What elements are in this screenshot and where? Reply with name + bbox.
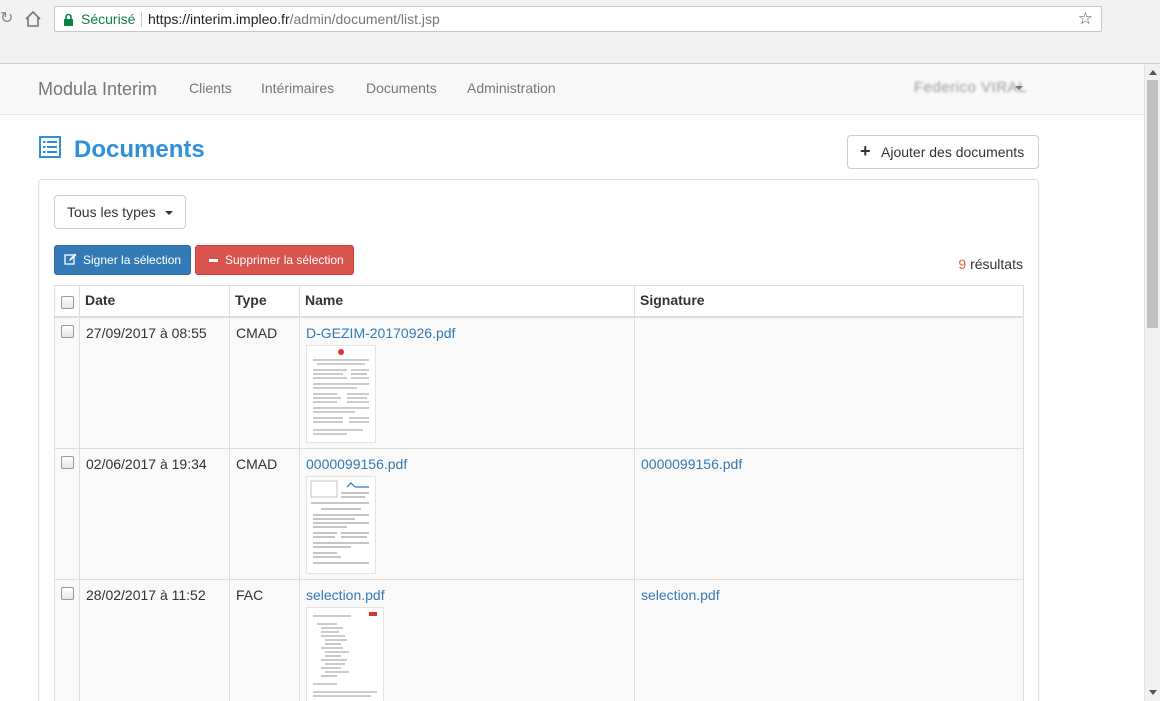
- name-cell: selection.pdf: [299, 579, 635, 701]
- delete-selection-button[interactable]: Supprimer la sélection: [195, 245, 354, 275]
- address-bar[interactable]: Sécurisé https://interim.impleo.fr/admin…: [54, 6, 1102, 32]
- reload-icon[interactable]: ↻: [0, 9, 18, 29]
- documents-table: Date Type Name Signature 27/09/2017 à 08…: [54, 285, 1024, 701]
- type-cell: CMAD: [229, 448, 300, 580]
- column-header-date: Date: [79, 285, 230, 318]
- type-filter-dropdown[interactable]: Tous les types: [54, 195, 186, 229]
- row-type: CMAD: [236, 325, 278, 341]
- document-thumbnail[interactable]: [306, 345, 376, 443]
- nav-clients[interactable]: Clients: [189, 80, 232, 96]
- add-documents-button[interactable]: + Ajouter des documents: [847, 135, 1039, 169]
- caret-down-icon: [165, 211, 173, 215]
- column-type-label: Type: [235, 292, 267, 308]
- user-menu[interactable]: Federico VIRAL: [914, 79, 1027, 96]
- list-icon: [39, 136, 61, 158]
- url-divider: [141, 12, 142, 27]
- nav-documents[interactable]: Documents: [366, 80, 437, 96]
- column-header-type: Type: [229, 285, 300, 318]
- navbar: Modula Interim Clients Intérimaires Docu…: [0, 64, 1144, 115]
- column-signature-label: Signature: [640, 292, 705, 308]
- date-cell: 02/06/2017 à 19:34: [79, 448, 230, 580]
- edit-icon: [64, 253, 77, 268]
- document-link[interactable]: selection.pdf: [306, 587, 385, 603]
- signature-link[interactable]: 0000099156.pdf: [641, 456, 742, 472]
- scroll-down-arrow-icon[interactable]: [1149, 690, 1157, 695]
- url-host: https://interim.impleo.fr: [148, 11, 290, 27]
- home-icon[interactable]: [22, 7, 44, 31]
- type-cell: FAC: [229, 579, 300, 701]
- table-row[interactable]: 28/02/2017 à 11:52 FAC selection.pdf sel…: [54, 579, 1024, 701]
- column-date-label: Date: [85, 292, 116, 308]
- type-filter-label: Tous les types: [67, 204, 156, 220]
- add-documents-label: Ajouter des documents: [881, 144, 1025, 160]
- row-date: 28/02/2017 à 11:52: [86, 587, 206, 603]
- documents-panel: Tous les types Signer la sélection Suppr…: [38, 179, 1039, 701]
- brand-link[interactable]: Modula Interim: [38, 79, 157, 100]
- secure-label: Sécurisé: [81, 11, 136, 27]
- select-all-cell: [54, 285, 80, 318]
- row-checkbox[interactable]: [61, 456, 74, 469]
- table-row[interactable]: 02/06/2017 à 19:34 CMAD 0000099156.pdf 0…: [54, 448, 1024, 580]
- signature-cell: selection.pdf: [634, 579, 1024, 701]
- star-icon[interactable]: ☆: [1078, 9, 1093, 29]
- row-checkbox[interactable]: [61, 325, 74, 338]
- vertical-scrollbar[interactable]: [1144, 64, 1160, 701]
- nav-administration[interactable]: Administration: [467, 80, 556, 96]
- column-header-signature: Signature: [634, 285, 1024, 318]
- delete-selection-label: Supprimer la sélection: [225, 253, 344, 267]
- browser-toolbar: ↻ Sécurisé https://interim.impleo.fr/adm…: [0, 0, 1160, 64]
- page-title: Documents: [74, 136, 205, 163]
- results-label: résultats: [966, 256, 1023, 272]
- document-link[interactable]: D-GEZIM-20170926.pdf: [306, 325, 455, 341]
- row-date: 02/06/2017 à 19:34: [86, 456, 207, 472]
- plus-icon: +: [860, 141, 871, 161]
- nav-interimaires[interactable]: Intérimaires: [261, 80, 334, 96]
- document-thumbnail[interactable]: [306, 476, 376, 574]
- row-type: CMAD: [236, 456, 278, 472]
- table-row[interactable]: 27/09/2017 à 08:55 CMAD D-GEZIM-20170926…: [54, 316, 1024, 449]
- minus-icon: [209, 259, 218, 262]
- name-cell: 0000099156.pdf: [299, 448, 635, 580]
- sign-selection-button[interactable]: Signer la sélection: [54, 245, 191, 275]
- column-header-name: Name: [299, 285, 635, 318]
- row-select-cell: [54, 448, 80, 580]
- row-date: 27/09/2017 à 08:55: [86, 325, 207, 341]
- scrollbar-thumb[interactable]: [1147, 80, 1158, 328]
- results-count: 9 résultats: [958, 256, 1023, 272]
- row-type: FAC: [236, 587, 264, 603]
- page-content: Modula Interim Clients Intérimaires Docu…: [0, 64, 1144, 701]
- scroll-up-arrow-icon[interactable]: [1149, 70, 1157, 75]
- sign-selection-label: Signer la sélection: [83, 253, 182, 267]
- url-text[interactable]: https://interim.impleo.fr/admin/document…: [148, 11, 440, 27]
- document-thumbnail[interactable]: [306, 607, 384, 701]
- signature-cell: 0000099156.pdf: [634, 448, 1024, 580]
- row-select-cell: [54, 579, 80, 701]
- type-cell: CMAD: [229, 316, 300, 449]
- column-name-label: Name: [305, 292, 344, 308]
- caret-down-icon[interactable]: [1015, 86, 1023, 90]
- row-checkbox[interactable]: [61, 587, 74, 600]
- table-header-row: Date Type Name Signature: [54, 285, 1024, 318]
- name-cell: D-GEZIM-20170926.pdf: [299, 316, 635, 449]
- row-select-cell: [54, 316, 80, 449]
- signature-cell: [634, 316, 1024, 449]
- date-cell: 27/09/2017 à 08:55: [79, 316, 230, 449]
- date-cell: 28/02/2017 à 11:52: [79, 579, 230, 701]
- document-link[interactable]: 0000099156.pdf: [306, 456, 407, 472]
- select-all-checkbox[interactable]: [61, 296, 74, 309]
- lock-icon: [63, 13, 74, 29]
- signature-link[interactable]: selection.pdf: [641, 587, 720, 603]
- url-path: /admin/document/list.jsp: [289, 11, 440, 27]
